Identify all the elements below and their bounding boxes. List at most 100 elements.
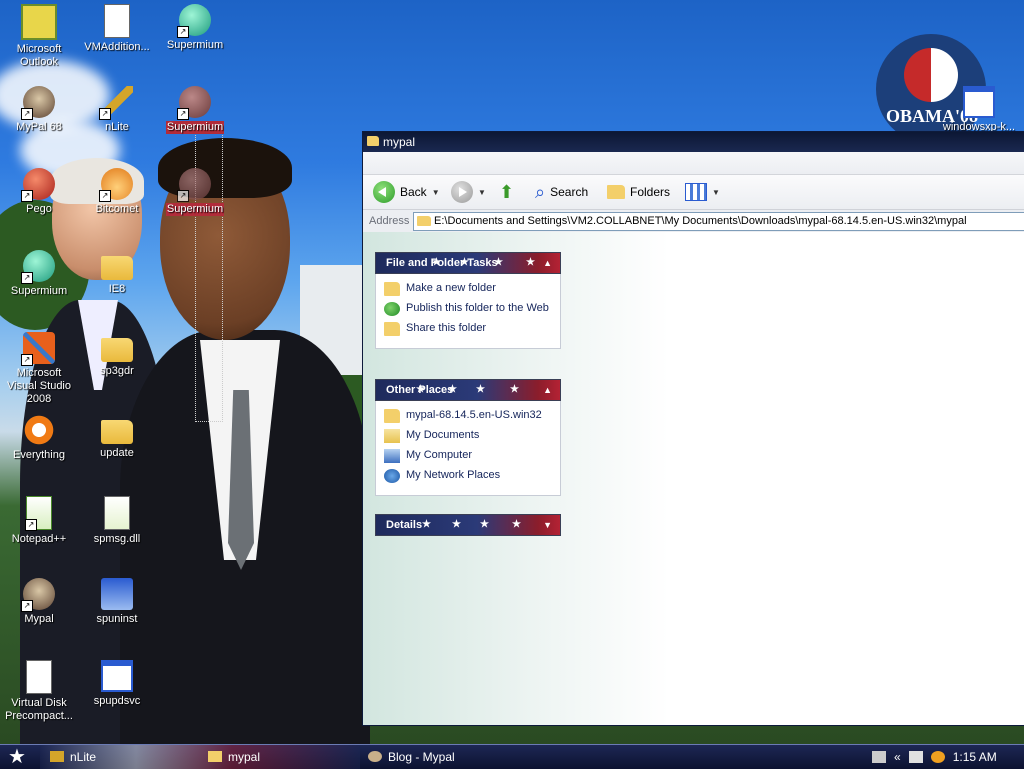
desktop-icon-supermium-4[interactable]: ↗ Supermium [0, 250, 78, 298]
task-blog-mypal[interactable]: Blog - Mypal [366, 748, 548, 766]
place-my-computer[interactable]: My Computer [384, 449, 552, 463]
notepad-plus-icon: ↗ [25, 496, 52, 531]
folder-icon [101, 420, 133, 444]
desktop-icon-spuninst[interactable]: spuninst [78, 578, 156, 626]
star-icon: ★ [8, 746, 26, 768]
chevron-down-icon[interactable]: ▼ [432, 188, 440, 197]
chevron-down-icon[interactable]: ▼ [712, 188, 720, 197]
star-icon: ★ [512, 519, 521, 530]
panel-body: Make a new folder Publish this folder to… [375, 274, 561, 349]
star-icon: ★ [526, 257, 535, 268]
desktop-icon-virtual-disk[interactable]: Virtual Disk Precompact... [0, 660, 78, 723]
nlite-icon: ↗ [99, 86, 133, 120]
supermium-icon: ↗ [21, 250, 55, 284]
address-input[interactable]: E:\Documents and Settings\VM2.COLLABNET\… [413, 212, 1024, 231]
bitcomet-tray-icon[interactable] [930, 751, 945, 763]
folder-icon [101, 338, 133, 362]
desktop-icon-ie8[interactable]: IE8 [78, 250, 156, 296]
system-tray: « 1:15 AM [866, 745, 1024, 769]
collapse-icon[interactable]: ▲ [543, 380, 552, 400]
everything-icon [23, 414, 55, 446]
search-button[interactable]: ⌕ Search [535, 180, 588, 204]
desktop-icon-supermium-2[interactable]: ↗ Supermium [156, 86, 234, 134]
window-titlebar[interactable]: mypal [363, 132, 1024, 152]
place-my-network-places[interactable]: My Network Places [384, 469, 552, 483]
desktop-icon-spmsg[interactable]: spmsg.dll [78, 496, 156, 546]
star-icon: ★ [452, 519, 461, 530]
mypal-icon: ↗ [21, 86, 55, 120]
outlook-icon [21, 4, 57, 40]
file-folder-tasks-panel: ★ ★ ★ ★ File and Folder Tasks ▲ Make a n… [375, 252, 561, 349]
desktop-icon-mypal[interactable]: ↗ Mypal [0, 578, 78, 626]
desktop-icon-everything[interactable]: Everything [0, 414, 78, 462]
desktop-icon-vmaddition[interactable]: VMAddition... [78, 4, 156, 54]
chevron-down-icon[interactable]: ▼ [478, 188, 486, 197]
desktop-icon-spupdsvc[interactable]: spupdsvc [78, 660, 156, 708]
clock[interactable]: 1:15 AM [953, 750, 997, 764]
pego-icon: ↗ [21, 168, 55, 202]
menu-bar [363, 152, 1024, 175]
desktop-icon-supermium-3[interactable]: ↗ Supermium [156, 168, 234, 216]
desktop-icon-visual-studio[interactable]: ↗ Microsoft Visual Studio 2008 [0, 332, 78, 406]
desktop-icon-outlook[interactable]: Microsoft Outlook [0, 4, 78, 69]
forward-button[interactable]: ▼ [451, 180, 486, 204]
forward-arrow-icon [451, 181, 473, 203]
panel-header[interactable]: ★ ★ ★ ★ File and Folder Tasks ▲ [375, 252, 561, 274]
task-make-new-folder[interactable]: Make a new folder [384, 282, 552, 296]
start-button[interactable]: ★ [4, 747, 30, 767]
desktop-icon-mypal68[interactable]: ↗ MyPal 68 [0, 86, 78, 134]
file-icon [26, 660, 52, 694]
folders-button[interactable]: Folders [607, 180, 670, 204]
new-folder-icon [384, 282, 400, 296]
desktop: OBAMA'08 Microsoft Outlook VMAddition...… [0, 0, 1024, 744]
desktop-icon-supermium-1[interactable]: ↗ Supermium [156, 4, 234, 52]
nlite-icon [50, 751, 64, 762]
network-icon[interactable] [908, 751, 923, 763]
folder-icon [384, 409, 400, 423]
chevron-icon[interactable]: « [894, 750, 901, 764]
taskbar: ★ nLite mypal Blog - Mypal « 1:15 AM [0, 744, 1024, 769]
address-bar: Address E:\Documents and Settings\VM2.CO… [363, 210, 1024, 233]
folder-icon [208, 751, 222, 762]
task-share-folder[interactable]: Share this folder [384, 322, 552, 336]
dll-icon [104, 496, 130, 530]
supermium-icon: ↗ [177, 168, 211, 202]
share-folder-icon [384, 322, 400, 336]
publish-web-icon [384, 302, 400, 316]
other-places-panel: ★ ★ ★ ★ Other Places ▲ mypal-68.14.5.en-… [375, 379, 561, 496]
up-folder-icon: ⬆ [499, 182, 515, 202]
desktop-icon-bitcomet[interactable]: ↗ Bitcomet [78, 168, 156, 216]
window-icon [963, 86, 995, 118]
folder-content[interactable]: ★ ★ ★ ★ File and Folder Tasks ▲ Make a n… [363, 232, 1024, 725]
panel-header[interactable]: ★ ★ ★ ★ Other Places ▲ [375, 379, 561, 401]
task-nlite[interactable]: nLite [48, 748, 210, 766]
desktop-icon-nlite[interactable]: ↗ nLite [78, 86, 156, 134]
desktop-icon-update[interactable]: update [78, 414, 156, 460]
back-button[interactable]: Back ▼ [373, 180, 440, 204]
panel-header[interactable]: ★ ★ ★ ★ Details ▼ [375, 514, 561, 536]
expand-icon[interactable]: ▼ [543, 515, 552, 535]
desktop-icon-windowsxp-k[interactable]: windowsxp-k... [940, 86, 1018, 134]
keyboard-icon[interactable] [872, 751, 886, 763]
window-icon [101, 660, 133, 692]
views-button[interactable]: ▼ [685, 180, 720, 204]
desktop-icon-notepadpp[interactable]: ↗ Notepad++ [0, 496, 78, 546]
place-my-documents[interactable]: My Documents [384, 429, 552, 443]
star-icon: ★ [480, 519, 489, 530]
explorer-window[interactable]: mypal Back ▼ ▼ ⬆ ⌕ Search Folders ▼ Addr… [362, 131, 1024, 726]
desktop-icon-sp3gdr[interactable]: sp3gdr [78, 332, 156, 378]
details-panel: ★ ★ ★ ★ Details ▼ [375, 514, 561, 536]
views-icon [685, 183, 707, 201]
desktop-icon-pego[interactable]: ↗ Pego [0, 168, 78, 216]
star-icon: ★ [476, 384, 485, 395]
place-parent-folder[interactable]: mypal-68.14.5.en-US.win32 [384, 409, 552, 423]
toolbar: Back ▼ ▼ ⬆ ⌕ Search Folders ▼ [363, 175, 1024, 210]
my-computer-icon [384, 449, 400, 463]
window-title: mypal [383, 135, 416, 149]
task-publish-web[interactable]: Publish this folder to the Web [384, 302, 552, 316]
address-label: Address [369, 215, 410, 227]
up-folder-button[interactable]: ⬆ [499, 180, 514, 204]
task-mypal-folder[interactable]: mypal [206, 748, 368, 766]
supermium-icon: ↗ [177, 86, 211, 120]
collapse-icon[interactable]: ▲ [543, 253, 552, 273]
